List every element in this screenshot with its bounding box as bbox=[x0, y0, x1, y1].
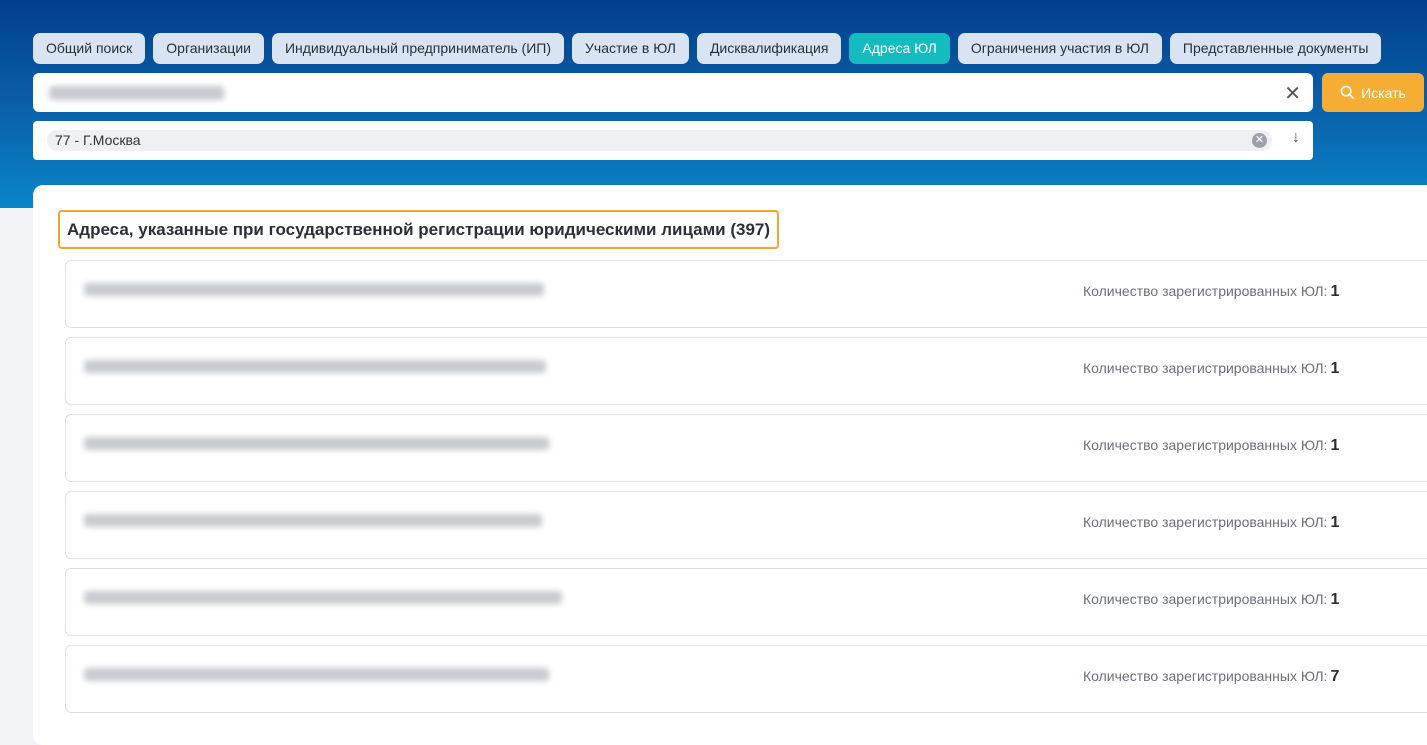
address-row[interactable]: Количество зарегистрированных ЮЛ: 1 bbox=[65, 260, 1427, 328]
redacted-address bbox=[84, 360, 546, 373]
count-value: 7 bbox=[1330, 668, 1340, 685]
arrow-down-icon[interactable]: ↓ bbox=[1292, 129, 1300, 147]
search-icon bbox=[1340, 85, 1355, 100]
count-label: Количество зарегистрированных ЮЛ: bbox=[1083, 437, 1328, 453]
region-select[interactable]: 77 - Г.Москва ✕ ↓ bbox=[33, 121, 1313, 160]
count-value: 1 bbox=[1330, 591, 1340, 608]
results-title: Адреса, указанные при государственной ре… bbox=[58, 210, 780, 249]
results-card: Адреса, указанные при государственной ре… bbox=[33, 185, 1427, 745]
tab-3[interactable]: Участие в ЮЛ bbox=[572, 33, 689, 64]
address-row[interactable]: Количество зарегистрированных ЮЛ: 1 bbox=[65, 568, 1427, 636]
count-label: Количество зарегистрированных ЮЛ: bbox=[1083, 591, 1328, 607]
redacted-address bbox=[84, 514, 542, 527]
count-value: 1 bbox=[1330, 514, 1340, 531]
address-row[interactable]: Количество зарегистрированных ЮЛ: 1 bbox=[65, 337, 1427, 405]
registered-count: Количество зарегистрированных ЮЛ: 7 bbox=[1083, 668, 1339, 686]
clear-icon[interactable]: ✕ bbox=[1284, 81, 1301, 106]
address-row[interactable]: Количество зарегистрированных ЮЛ: 7 bbox=[65, 645, 1427, 713]
redacted-query bbox=[49, 86, 224, 100]
tab-1[interactable]: Организации bbox=[153, 33, 264, 64]
count-label: Количество зарегистрированных ЮЛ: bbox=[1083, 360, 1328, 376]
tab-7[interactable]: Представленные документы bbox=[1169, 33, 1382, 64]
count-label: Количество зарегистрированных ЮЛ: bbox=[1083, 668, 1328, 684]
remove-chip-icon[interactable]: ✕ bbox=[1252, 133, 1267, 148]
search-tabs: Общий поиск Организации Индивидуальный пре… bbox=[33, 33, 1382, 64]
count-label: Количество зарегистрированных ЮЛ: bbox=[1083, 514, 1328, 530]
count-label: Количество зарегистрированных ЮЛ: bbox=[1083, 283, 1328, 299]
tab-5[interactable]: Адреса ЮЛ bbox=[849, 33, 950, 64]
address-row[interactable]: Количество зарегистрированных ЮЛ: 1 bbox=[65, 414, 1427, 482]
tab-4[interactable]: Дисквалификация bbox=[696, 33, 842, 64]
redacted-address bbox=[84, 668, 549, 681]
registered-count: Количество зарегистрированных ЮЛ: 1 bbox=[1083, 514, 1339, 532]
count-value: 1 bbox=[1330, 437, 1340, 454]
search-input[interactable]: ✕ bbox=[33, 73, 1313, 112]
registered-count: Количество зарегистрированных ЮЛ: 1 bbox=[1083, 360, 1339, 378]
count-value: 1 bbox=[1330, 283, 1340, 300]
redacted-address bbox=[84, 283, 544, 296]
address-row[interactable]: Количество зарегистрированных ЮЛ: 1 bbox=[65, 491, 1427, 559]
redacted-address bbox=[84, 591, 562, 604]
redacted-address bbox=[84, 437, 549, 450]
registered-count: Количество зарегистрированных ЮЛ: 1 bbox=[1083, 283, 1339, 301]
tab-6[interactable]: Ограничения участия в ЮЛ bbox=[957, 33, 1162, 64]
search-button-label: Искать bbox=[1361, 84, 1406, 101]
count-value: 1 bbox=[1330, 360, 1340, 377]
region-chip-label: 77 - Г.Москва bbox=[55, 132, 141, 148]
tab-2[interactable]: Индивидуальный предприниматель (ИП) bbox=[271, 33, 565, 64]
region-chip: 77 - Г.Москва ✕ bbox=[47, 130, 1272, 151]
registered-count: Количество зарегистрированных ЮЛ: 1 bbox=[1083, 437, 1339, 455]
search-button[interactable]: Искать bbox=[1322, 73, 1424, 112]
tab-0[interactable]: Общий поиск bbox=[33, 33, 146, 64]
registered-count: Количество зарегистрированных ЮЛ: 1 bbox=[1083, 591, 1339, 609]
